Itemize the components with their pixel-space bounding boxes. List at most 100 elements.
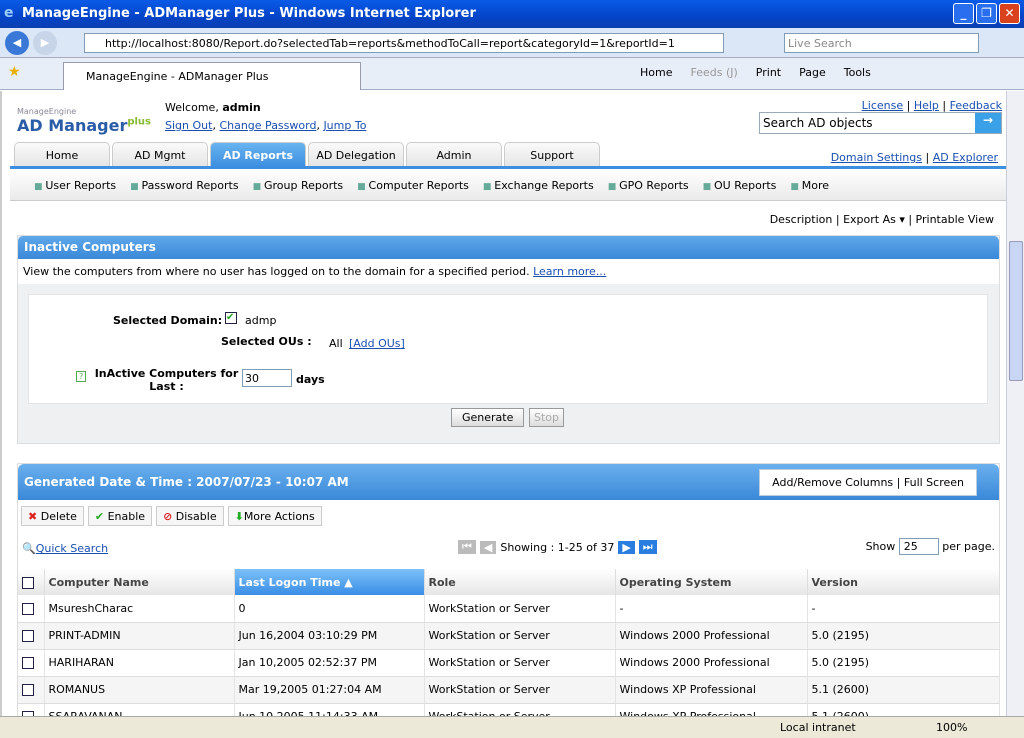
domain-checkbox[interactable]: ✔	[225, 312, 237, 324]
url-input[interactable]: http://localhost:8080/Report.do?selected…	[84, 33, 724, 53]
generate-button[interactable]: Generate	[451, 408, 525, 427]
window-title: ManageEngine - ADManager Plus - Windows …	[22, 6, 476, 21]
table-cell: 5.1 (2600)	[807, 676, 1000, 704]
menu-user-reports[interactable]: User Reports	[34, 179, 116, 200]
col-last-logon-time[interactable]: Last Logon Time ▲	[234, 569, 425, 595]
row-checkbox[interactable]	[22, 630, 34, 642]
col-version[interactable]: Version	[807, 569, 1000, 595]
row-checkbox[interactable]	[22, 684, 34, 696]
help-link[interactable]: Help	[914, 99, 939, 112]
minimize-button[interactable]: _	[953, 3, 974, 24]
panel-title: Inactive Computers	[18, 236, 999, 259]
prev-page-button[interactable]: ◀	[479, 540, 497, 554]
delete-button[interactable]: ✖ Delete	[21, 506, 84, 526]
export-as-button[interactable]: Export As	[843, 213, 896, 226]
col-role[interactable]: Role	[424, 569, 616, 595]
menu-group-reports[interactable]: Group Reports	[253, 179, 343, 200]
forward-button[interactable]: ▶	[33, 31, 57, 55]
col-operating-system[interactable]: Operating System	[615, 569, 808, 595]
menu-exchange-reports[interactable]: Exchange Reports	[483, 179, 593, 200]
quick-search-link[interactable]: Quick Search	[36, 542, 108, 555]
menu-password-reports[interactable]: Password Reports	[130, 179, 239, 200]
home-button[interactable]: Home	[640, 66, 672, 79]
row-checkbox[interactable]	[22, 657, 34, 669]
change-password-link[interactable]: Change Password	[219, 119, 316, 132]
table-cell: WorkStation or Server	[424, 622, 616, 650]
tab-support[interactable]: Support	[504, 142, 600, 167]
select-all-checkbox[interactable]	[22, 576, 34, 589]
description-link[interactable]: Description	[770, 213, 833, 226]
domain-settings-link[interactable]: Domain Settings	[831, 151, 922, 164]
tab-ad-reports[interactable]: AD Reports	[210, 142, 306, 167]
table-cell: Windows 2000 Professional	[615, 649, 808, 677]
col-computer-name[interactable]: Computer Name	[44, 569, 235, 595]
maximize-button[interactable]: ❐	[976, 3, 997, 24]
live-search-input[interactable]: Live Search	[784, 33, 979, 53]
menu-ou-reports[interactable]: OU Reports	[703, 179, 776, 200]
printable-view-link[interactable]: Printable View	[916, 213, 994, 226]
days-input[interactable]: 30	[242, 369, 292, 387]
table-row[interactable]: PRINT-ADMIN Jun 16,2004 03:10:29 PM WorkSt…	[18, 622, 1000, 650]
table-row[interactable]: ROMANUS Mar 19,2005 01:27:04 AM WorkStatio…	[18, 676, 1000, 704]
jump-to-link[interactable]: Jump To	[323, 119, 366, 132]
more-actions-button[interactable]: ⬇More Actions	[227, 506, 322, 526]
feedback-link[interactable]: Feedback	[950, 99, 1002, 112]
row-checkbox[interactable]	[22, 602, 34, 615]
table-row[interactable]: SSARAVANANJun 10,2005 11:14:33 AMWorkSta…	[18, 703, 1000, 716]
table-cell: ROMANUS	[44, 676, 235, 704]
inactive-label: InActive Computers for Last :	[94, 367, 239, 393]
sign-out-link[interactable]: Sign Out	[165, 119, 212, 132]
next-page-button[interactable]: ▶	[618, 540, 635, 554]
tab-admin[interactable]: Admin	[406, 142, 502, 167]
tab-ad-delegation[interactable]: AD Delegation	[308, 142, 404, 167]
table-row[interactable]: HARIHARAN Jan 10,2005 02:52:37 PM WorkStat…	[18, 649, 1000, 677]
table-cell: 0	[234, 595, 425, 623]
table-cell: 5.0 (2195)	[807, 622, 1000, 650]
per-page-select[interactable]: 25	[898, 538, 939, 555]
menu-computer-reports[interactable]: Computer Reports	[357, 179, 469, 200]
address-bar: ◀ ▶ http://localhost:8080/Report.do?selec…	[0, 28, 1024, 58]
pagination-text: Showing : 1-25 of 37	[500, 540, 615, 554]
print-button[interactable]: Print	[756, 66, 781, 79]
back-button[interactable]: ◀	[5, 31, 29, 55]
tab-home[interactable]: Home	[14, 142, 110, 167]
full-screen-button[interactable]: Full Screen	[904, 476, 964, 489]
scrollbar-thumb[interactable]	[1009, 241, 1023, 381]
vertical-scrollbar[interactable]	[1006, 91, 1024, 716]
stop-button[interactable]: Stop	[529, 408, 565, 427]
table-cell: Windows 2000 Professional	[615, 622, 808, 650]
generated-title: Generated Date & Time : 2007/07/23 - 10:…	[24, 475, 349, 489]
help-icon[interactable]: ?	[76, 371, 87, 382]
table-cell: WorkStation or Server	[424, 676, 616, 704]
tab-ad-mgmt[interactable]: AD Mgmt	[112, 142, 208, 167]
favorites-star-icon[interactable]: ★	[8, 64, 21, 80]
add-ous-link[interactable]: [Add OUs]	[349, 337, 405, 350]
ad-explorer-link[interactable]: AD Explorer	[933, 151, 998, 164]
first-page-button[interactable]: ⏮	[458, 540, 476, 554]
close-button[interactable]: ✕	[999, 3, 1020, 24]
enable-button[interactable]: ✔ Enable	[87, 506, 153, 526]
feeds-button[interactable]: Feeds (J)	[690, 66, 737, 79]
table-cell: Mar 19,2005 01:27:04 AM	[234, 676, 425, 704]
search-ad-input[interactable]: Search AD objects →	[759, 112, 1002, 134]
menu-more[interactable]: More	[790, 179, 829, 200]
table-cell: WorkStation or Server	[424, 649, 616, 677]
page-button[interactable]: Page	[799, 66, 826, 79]
zoom-level[interactable]: 100%	[936, 721, 967, 734]
learn-more-link[interactable]: Learn more...	[533, 265, 606, 278]
table-cell: Windows XP Professional	[615, 703, 808, 716]
table-row[interactable]: MsureshCharac 0 WorkStation or Server - -	[18, 595, 1000, 623]
license-link[interactable]: License	[862, 99, 903, 112]
tools-button[interactable]: Tools	[844, 66, 871, 79]
disable-button[interactable]: ⊘ Disable	[156, 506, 224, 526]
table-cell: HARIHARAN	[44, 649, 235, 677]
search-go-button[interactable]: →	[975, 113, 1001, 133]
browser-tab[interactable]: ManageEngine - ADManager Plus	[63, 62, 361, 90]
menu-gpo-reports[interactable]: GPO Reports	[608, 179, 689, 200]
domain-value: admp	[245, 314, 277, 327]
days-label: days	[296, 373, 325, 386]
last-page-button[interactable]: ⏭	[638, 540, 657, 554]
add-remove-columns-button[interactable]: Add/Remove Columns	[772, 476, 893, 489]
status-bar: Local intranet 100%	[0, 716, 1024, 738]
ous-value: All	[329, 337, 343, 350]
